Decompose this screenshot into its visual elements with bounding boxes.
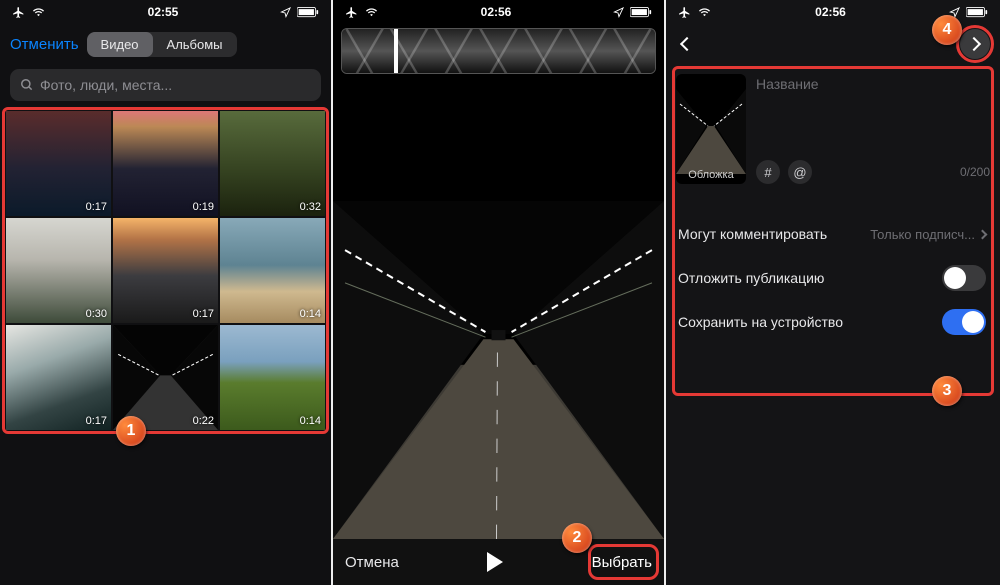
video-thumb[interactable]: 0:17 — [113, 218, 218, 323]
tunnel-preview — [333, 78, 664, 539]
search-placeholder: Фото, люди, места... — [40, 77, 172, 93]
search-icon — [20, 78, 34, 92]
airplane-icon — [345, 6, 358, 19]
video-thumb[interactable]: 0:14 — [220, 325, 325, 430]
screen-video-editor: 02:56 — [333, 0, 666, 585]
row-save-to-device: Сохранить на устройство — [674, 300, 992, 344]
playhead[interactable] — [394, 28, 398, 74]
row-label: Отложить публикацию — [678, 270, 824, 286]
cover-label: Обложка — [676, 166, 746, 184]
arrow-right-icon — [966, 37, 980, 51]
editor-bottom-bar: Отмена Выбрать — [333, 539, 664, 585]
toggle-schedule[interactable] — [942, 265, 986, 291]
battery-icon — [297, 7, 319, 18]
location-icon — [949, 7, 960, 18]
hashtag-button[interactable]: # — [756, 160, 780, 184]
video-thumb[interactable]: 0:17 — [6, 111, 111, 216]
status-time: 02:56 — [481, 5, 512, 19]
duration-label: 0:32 — [300, 201, 321, 213]
battery-icon — [966, 7, 988, 18]
video-thumb[interactable]: 0:22 — [113, 325, 218, 430]
play-button[interactable] — [399, 552, 592, 572]
cancel-button[interactable]: Отменить — [10, 36, 79, 53]
wifi-icon — [31, 7, 46, 18]
row-label: Могут комментировать — [678, 226, 827, 242]
select-button[interactable]: Выбрать — [592, 554, 652, 571]
search-input[interactable]: Фото, люди, места... — [10, 69, 321, 101]
chevron-right-icon — [978, 229, 988, 239]
status-bar: 02:56 — [666, 0, 1000, 24]
next-button[interactable] — [960, 29, 990, 59]
back-button[interactable] — [676, 33, 698, 55]
duration-label: 0:19 — [193, 201, 214, 213]
duration-label: 0:22 — [193, 415, 214, 427]
video-thumb[interactable]: 0:19 — [113, 111, 218, 216]
screen-video-picker: 02:55 Отменить Видео Альбомы Фото, люди,… — [0, 0, 333, 585]
video-timeline[interactable] — [341, 28, 656, 74]
duration-label: 0:17 — [86, 201, 107, 213]
wifi-icon — [364, 7, 379, 18]
status-time: 02:56 — [815, 5, 846, 19]
step-badge-3: 3 — [932, 376, 962, 406]
row-label: Сохранить на устройство — [678, 314, 843, 330]
video-thumb[interactable]: 0:14 — [220, 218, 325, 323]
video-grid: 0:17 0:19 0:32 0:30 0:17 0:14 0:17 0:22 … — [6, 111, 325, 430]
duration-label: 0:30 — [86, 308, 107, 320]
title-input[interactable]: Название — [756, 76, 990, 92]
duration-label: 0:14 — [300, 415, 321, 427]
battery-icon — [630, 7, 652, 18]
duration-label: 0:14 — [300, 308, 321, 320]
tab-video[interactable]: Видео — [87, 32, 153, 57]
cancel-button[interactable]: Отмена — [345, 554, 399, 571]
screen-post-settings: 02:56 4 — [666, 0, 1000, 585]
video-thumb[interactable]: 0:30 — [6, 218, 111, 323]
play-icon — [487, 552, 503, 572]
status-bar: 02:55 — [0, 0, 331, 24]
airplane-icon — [678, 6, 691, 19]
row-who-can-comment[interactable]: Могут комментировать Только подписч... — [674, 212, 992, 256]
chevron-left-icon — [680, 37, 694, 51]
tab-albums[interactable]: Альбомы — [153, 32, 237, 57]
video-preview[interactable] — [333, 78, 664, 539]
media-type-segmented[interactable]: Видео Альбомы — [87, 32, 237, 57]
location-icon — [280, 7, 291, 18]
wifi-icon — [697, 7, 712, 18]
toggle-save-device[interactable] — [942, 309, 986, 335]
tunnel-mini — [676, 84, 746, 174]
duration-label: 0:17 — [86, 415, 107, 427]
mention-button[interactable]: @ — [788, 160, 812, 184]
row-schedule-post: Отложить публикацию — [674, 256, 992, 300]
row-value: Только подписч... — [870, 227, 975, 242]
status-time: 02:55 — [148, 5, 179, 19]
cover-thumbnail[interactable]: Обложка — [676, 74, 746, 184]
duration-label: 0:17 — [193, 308, 214, 320]
video-thumb[interactable]: 0:32 — [220, 111, 325, 216]
video-thumb[interactable]: 0:17 — [6, 325, 111, 430]
status-bar: 02:56 — [333, 0, 664, 24]
location-icon — [613, 7, 624, 18]
airplane-icon — [12, 6, 25, 19]
char-counter: 0/200 — [960, 165, 990, 179]
